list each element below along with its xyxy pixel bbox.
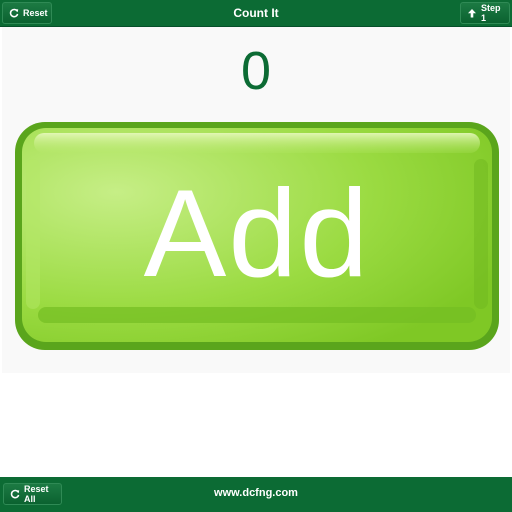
refresh-icon (10, 489, 20, 499)
add-button[interactable]: Add (12, 119, 502, 353)
top-bar: Reset Count It Step 1 (0, 0, 512, 27)
reset-button-label: Reset (23, 8, 48, 18)
step-button[interactable]: Step 1 (460, 2, 510, 24)
count-display: 0 (240, 41, 272, 101)
refresh-icon (9, 8, 19, 18)
arrow-up-icon (467, 8, 477, 18)
app-title: Count It (233, 6, 279, 20)
reset-all-button-label: Reset All (24, 484, 49, 504)
reset-button[interactable]: Reset (2, 2, 52, 24)
reset-all-button[interactable]: Reset All (3, 483, 62, 505)
add-button-graphic (15, 122, 499, 350)
site-url: www.dcfng.com (214, 487, 298, 499)
app: Reset Count It Step 1 0 Add Reset All ww… (0, 0, 512, 512)
counter-panel: 0 Add (2, 27, 510, 373)
step-button-label: Step 1 (481, 3, 501, 23)
main-content: 0 Add (0, 27, 512, 475)
bottom-bar: Reset All www.dcfng.com (0, 477, 512, 512)
